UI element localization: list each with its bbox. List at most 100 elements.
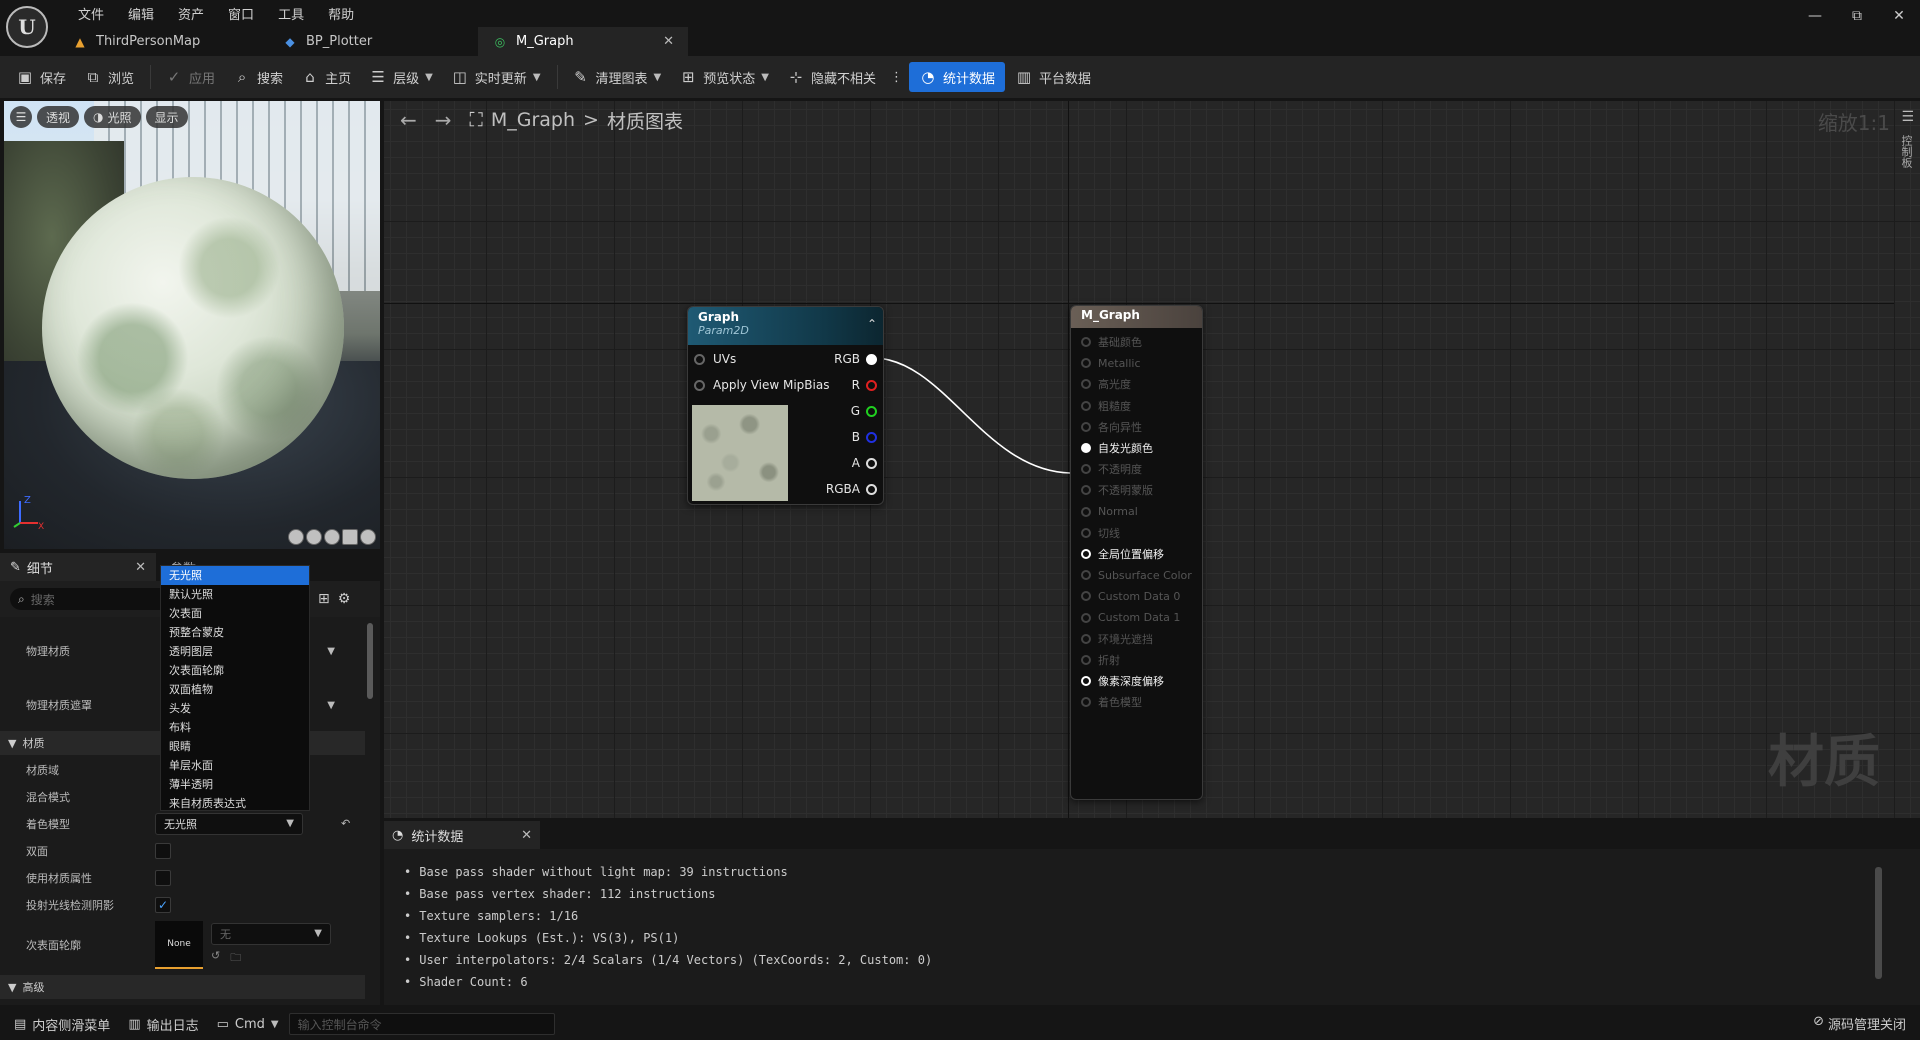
tab-m-graph[interactable]: ◎ M_Graph ✕ bbox=[478, 27, 688, 56]
menu-edit[interactable]: 编辑 bbox=[116, 2, 166, 25]
cube-shape-icon[interactable] bbox=[342, 529, 358, 545]
material-pin[interactable]: Normal bbox=[1081, 502, 1138, 522]
collapse-icon[interactable]: ⌃ bbox=[867, 317, 877, 331]
material-pin[interactable]: Subsurface Color bbox=[1081, 565, 1192, 585]
tab-details[interactable]: ✎ 细节 ✕ bbox=[0, 553, 156, 581]
chevron-down-icon[interactable]: ▼ bbox=[327, 700, 335, 711]
output-log-button[interactable]: ▥ 输出日志 bbox=[120, 1011, 206, 1037]
material-pin[interactable]: Custom Data 0 bbox=[1081, 586, 1180, 606]
input-uvs[interactable]: UVs bbox=[694, 349, 736, 369]
palette-icon[interactable]: ☰ bbox=[1901, 109, 1914, 125]
perspective-button[interactable]: 透视 bbox=[37, 106, 80, 128]
breadcrumb-page[interactable]: 材质图表 bbox=[607, 107, 683, 134]
material-result-node[interactable]: M_Graph 基础颜色 Metallic 高光度 粗糙度 各向异性 自发光颜色 不透明度不… bbox=[1070, 305, 1203, 800]
home-button[interactable]: ⌂ 主页 bbox=[293, 62, 359, 92]
material-pin[interactable]: 不透明蒙版 bbox=[1081, 480, 1153, 500]
material-pin[interactable]: Custom Data 1 bbox=[1081, 608, 1180, 628]
minimize-button[interactable]: — bbox=[1794, 0, 1836, 32]
console-input[interactable]: 输入控制台命令 bbox=[288, 1013, 555, 1035]
close-tab-icon[interactable]: ✕ bbox=[663, 34, 674, 49]
content-drawer-button[interactable]: ▤ 内容侧滑菜单 bbox=[6, 1011, 118, 1037]
material-pin[interactable]: 各向异性 bbox=[1081, 417, 1142, 437]
browse-button[interactable]: ⧉ 浏览 bbox=[76, 62, 142, 92]
material-pin[interactable]: 基础颜色 bbox=[1081, 332, 1142, 352]
dropdown-option-subsurface-profile[interactable]: 次表面轮廓 bbox=[161, 661, 309, 680]
close-icon[interactable]: ✕ bbox=[521, 828, 532, 843]
preview-viewport[interactable]: ☰ 透视 ◑ 光照 显示 Z X bbox=[4, 101, 380, 549]
palette-label[interactable]: 控制板 bbox=[1898, 135, 1914, 168]
material-graph-canvas[interactable]: ← → ⛶ M_Graph > 材质图表 缩放1:1 材质 ☰ 控制板 Grap… bbox=[384, 101, 1920, 818]
menu-help[interactable]: 帮助 bbox=[316, 2, 366, 25]
dropdown-option-unlit[interactable]: 无光照 bbox=[161, 566, 309, 585]
cmd-select[interactable]: ▭ Cmd ▼ bbox=[209, 1011, 287, 1037]
subsurface-thumbnail[interactable]: None bbox=[155, 921, 203, 969]
platform-stats-button[interactable]: ▥ 平台数据 bbox=[1007, 62, 1099, 92]
output-r[interactable]: R bbox=[852, 375, 877, 395]
details-scrollbar[interactable] bbox=[367, 623, 373, 699]
category-advanced[interactable]: ▼ 高级 bbox=[0, 975, 365, 999]
dropdown-option-cloth[interactable]: 布料 bbox=[161, 718, 309, 737]
gear-icon[interactable]: ⚙ bbox=[338, 591, 351, 607]
show-button[interactable]: 显示 bbox=[145, 106, 188, 128]
forward-arrow-icon[interactable]: → bbox=[435, 108, 452, 132]
chevron-down-icon[interactable]: ▼ bbox=[327, 646, 335, 657]
save-button[interactable]: ▣ 保存 bbox=[8, 62, 74, 92]
output-rgba[interactable]: RGBA bbox=[826, 479, 877, 499]
sphere-shape-icon[interactable] bbox=[306, 529, 322, 545]
dropdown-option-default-lit[interactable]: 默认光照 bbox=[161, 585, 309, 604]
dropdown-option-from-material-expression[interactable]: 来自材质表达式 bbox=[161, 794, 309, 813]
material-pin[interactable]: 高光度 bbox=[1081, 374, 1131, 394]
close-window-button[interactable]: ✕ bbox=[1878, 0, 1920, 32]
cylinder-shape-icon[interactable] bbox=[288, 529, 304, 545]
menu-asset[interactable]: 资产 bbox=[166, 2, 216, 25]
dropdown-option-clear-coat[interactable]: 透明图层 bbox=[161, 642, 309, 661]
material-pin[interactable]: 不透明度 bbox=[1081, 459, 1142, 479]
material-pin[interactable]: 着色模型 bbox=[1081, 692, 1142, 712]
lit-button[interactable]: ◑ 光照 bbox=[84, 106, 141, 128]
output-rgb[interactable]: RGB bbox=[834, 349, 877, 369]
dropdown-option-hair[interactable]: 头发 bbox=[161, 699, 309, 718]
apply-button[interactable]: ✓ 应用 bbox=[157, 62, 223, 92]
restore-button[interactable]: ⧉ bbox=[1836, 0, 1878, 32]
output-g[interactable]: G bbox=[851, 401, 877, 421]
material-pin[interactable]: 全局位置偏移 bbox=[1081, 544, 1164, 564]
output-b[interactable]: B bbox=[852, 427, 877, 447]
texture-param-node[interactable]: Graph Param2D ⌃ UVs Apply View MipBias R… bbox=[687, 306, 884, 505]
dropdown-option-thin-translucent[interactable]: 薄半透明 bbox=[161, 775, 309, 794]
material-pin[interactable]: 粗糙度 bbox=[1081, 396, 1131, 416]
material-pin[interactable]: 环境光遮挡 bbox=[1081, 629, 1153, 649]
material-pin[interactable]: 折射 bbox=[1081, 650, 1120, 670]
output-a[interactable]: A bbox=[852, 453, 877, 473]
dropdown-option-two-sided-foliage[interactable]: 双面植物 bbox=[161, 680, 309, 699]
tab-stats[interactable]: ◔ 统计数据 ✕ bbox=[384, 821, 540, 849]
search-button[interactable]: ⌕ 搜索 bbox=[225, 62, 291, 92]
hierarchy-button[interactable]: ☰ 层级 ▼ bbox=[361, 62, 441, 92]
use-selected-icon[interactable]: ↺ bbox=[211, 949, 220, 968]
tab-thirdpersonmap[interactable]: ▲ ThirdPersonMap bbox=[58, 27, 268, 56]
table-view-icon[interactable]: ⊞ bbox=[318, 591, 330, 607]
hide-unrelated-button[interactable]: ⊹ 隐藏不相关 bbox=[779, 62, 884, 92]
more-options-icon[interactable]: ⋮ bbox=[886, 62, 907, 92]
material-pin[interactable]: 切线 bbox=[1081, 523, 1120, 543]
breadcrumb-root[interactable]: M_Graph bbox=[491, 109, 575, 131]
preview-state-button[interactable]: ⊞ 预览状态 ▼ bbox=[671, 62, 777, 92]
menu-window[interactable]: 窗口 bbox=[216, 2, 266, 25]
stats-button[interactable]: ◔ 统计数据 bbox=[908, 62, 1005, 92]
stats-scrollbar[interactable] bbox=[1875, 867, 1882, 979]
material-pin[interactable]: 自发光颜色 bbox=[1081, 438, 1153, 458]
input-apply-view-mipbias[interactable]: Apply View MipBias bbox=[694, 375, 829, 395]
menu-file[interactable]: 文件 bbox=[66, 2, 116, 25]
back-arrow-icon[interactable]: ← bbox=[400, 108, 417, 132]
tab-bp-plotter[interactable]: ◆ BP_Plotter bbox=[268, 27, 478, 56]
clean-graph-button[interactable]: ✎ 清理图表 ▼ bbox=[564, 62, 670, 92]
hamburger-menu-icon[interactable]: ☰ bbox=[10, 106, 32, 128]
source-control-status[interactable]: ⊘ 源码管理关闭 bbox=[1813, 1014, 1906, 1033]
dropdown-option-subsurface[interactable]: 次表面 bbox=[161, 604, 309, 623]
use-material-attributes-checkbox[interactable] bbox=[155, 869, 171, 886]
dropdown-option-single-layer-water[interactable]: 单层水面 bbox=[161, 756, 309, 775]
dropdown-option-preintegrated-skin[interactable]: 预整合蒙皮 bbox=[161, 623, 309, 642]
subsurface-select[interactable]: 无 ▼ bbox=[211, 922, 331, 945]
live-update-button[interactable]: ◫ 实时更新 ▼ bbox=[443, 62, 549, 92]
browse-asset-icon[interactable]: 🗀 bbox=[230, 949, 241, 968]
menu-tools[interactable]: 工具 bbox=[266, 2, 316, 25]
